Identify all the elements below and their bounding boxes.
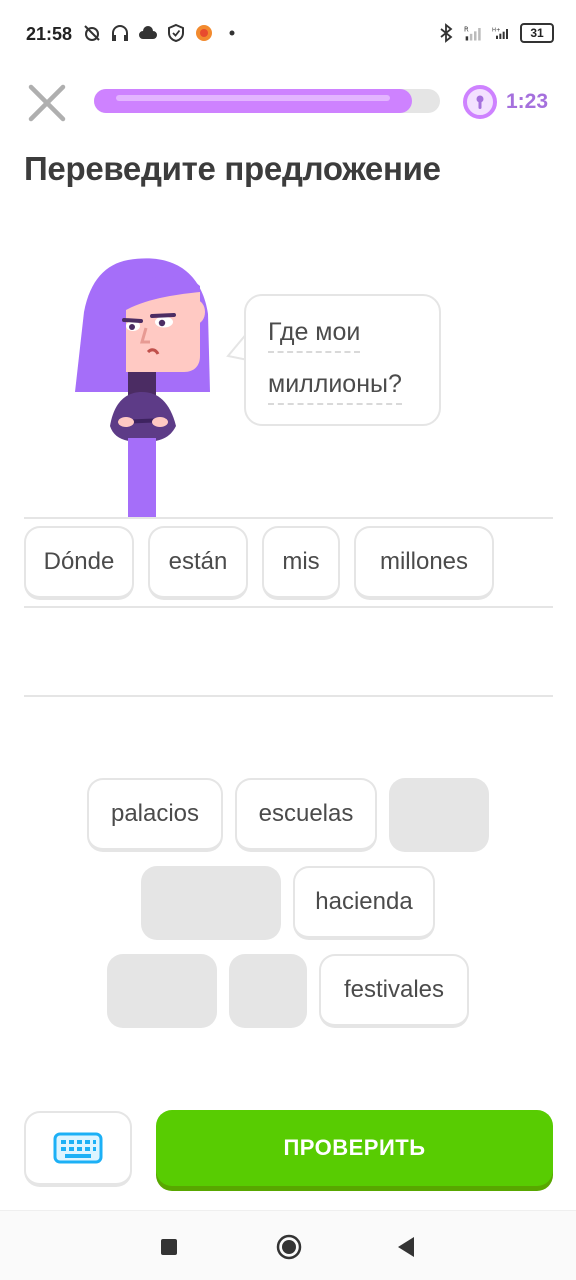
- home-circle-icon: [276, 1234, 302, 1260]
- lesson-progress-bar: [94, 89, 440, 113]
- answer-tile[interactable]: mis: [262, 526, 340, 600]
- svg-text:R: R: [464, 25, 469, 33]
- character-lily-illustration: [70, 256, 220, 518]
- word-bank-tile[interactable]: palacios: [87, 778, 223, 852]
- answer-tile[interactable]: están: [148, 526, 248, 600]
- word-bank-row: festivales: [0, 954, 576, 1028]
- used-word-slot: [389, 778, 489, 852]
- keyboard-toggle-button[interactable]: [24, 1111, 132, 1187]
- status-bar: 21:58 R H+ 31: [0, 0, 576, 66]
- recent-apps-button[interactable]: [160, 1238, 178, 1261]
- used-word-slot: [107, 954, 217, 1028]
- alarm-off-icon: [82, 22, 102, 44]
- speech-text-line-2[interactable]: миллионы?: [268, 370, 402, 405]
- cloud-icon: [138, 22, 158, 44]
- back-triangle-icon: [398, 1237, 414, 1257]
- status-icons-left: [82, 22, 242, 44]
- android-nav-bar: [0, 1210, 576, 1280]
- timer-value: 1:23: [506, 90, 549, 113]
- signal-r-icon: R: [464, 22, 484, 44]
- page-title: Переведите предложение: [24, 150, 441, 187]
- dot-icon: [222, 22, 242, 44]
- bluetooth-icon: [436, 22, 456, 44]
- progress-highlight: [116, 95, 391, 101]
- square-icon: [161, 1239, 177, 1255]
- svg-text:H+: H+: [492, 28, 500, 34]
- answer-line-bottom: [24, 695, 553, 697]
- speech-text-line-1[interactable]: Где мои: [268, 318, 361, 353]
- answer-line-middle: [24, 606, 553, 608]
- lesson-progress-fill: [94, 89, 413, 113]
- battery-icon: 31: [520, 23, 554, 43]
- back-button[interactable]: [396, 1236, 416, 1263]
- word-bank-tile[interactable]: hacienda: [293, 866, 435, 940]
- word-bank-tile[interactable]: escuelas: [235, 778, 377, 852]
- close-button[interactable]: [26, 82, 68, 124]
- word-bank-row: palacios escuelas: [0, 778, 576, 852]
- close-icon: [28, 84, 66, 122]
- word-bank-row: hacienda: [0, 866, 576, 940]
- app-notification-icon: [194, 22, 214, 44]
- answer-tile[interactable]: millones: [354, 526, 494, 600]
- word-bank-tile[interactable]: festivales: [319, 954, 469, 1028]
- answer-tile[interactable]: Dónde: [24, 526, 134, 600]
- used-word-slot: [229, 954, 307, 1028]
- headphones-icon: [110, 22, 130, 44]
- keyboard-icon: [53, 1132, 103, 1164]
- timer-icon: [463, 85, 497, 119]
- shield-icon: [166, 22, 186, 44]
- timer: 1:23: [462, 84, 548, 120]
- used-word-slot: [141, 866, 281, 940]
- answer-line-top: [24, 517, 553, 519]
- status-icons-right: R H+ 31: [436, 22, 554, 44]
- answer-tiles: Dónde están mis millones: [24, 526, 494, 600]
- signal-h-icon: H+: [492, 22, 512, 44]
- check-button[interactable]: ПРОВЕРИТЬ: [156, 1110, 553, 1186]
- speech-bubble: Где мои миллионы?: [244, 294, 441, 426]
- status-time: 21:58: [26, 24, 73, 44]
- home-button[interactable]: [275, 1233, 303, 1266]
